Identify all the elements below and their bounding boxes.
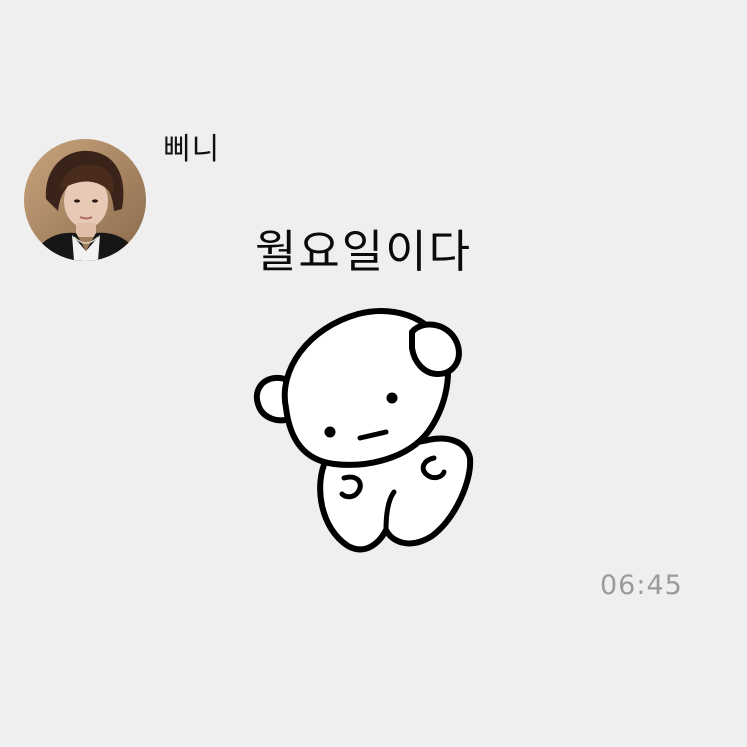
profile-photo-icon — [24, 139, 146, 261]
chat-screen: 삐니 월요일이다 06:45 — [0, 0, 747, 747]
message-text: 월요일이다 — [255, 225, 473, 278]
white-bear-sticker-icon — [253, 308, 474, 553]
avatar[interactable] — [24, 139, 146, 261]
sender-name: 삐니 — [163, 132, 221, 167]
sticker[interactable] — [248, 300, 488, 565]
message-timestamp: 06:45 — [600, 570, 683, 601]
